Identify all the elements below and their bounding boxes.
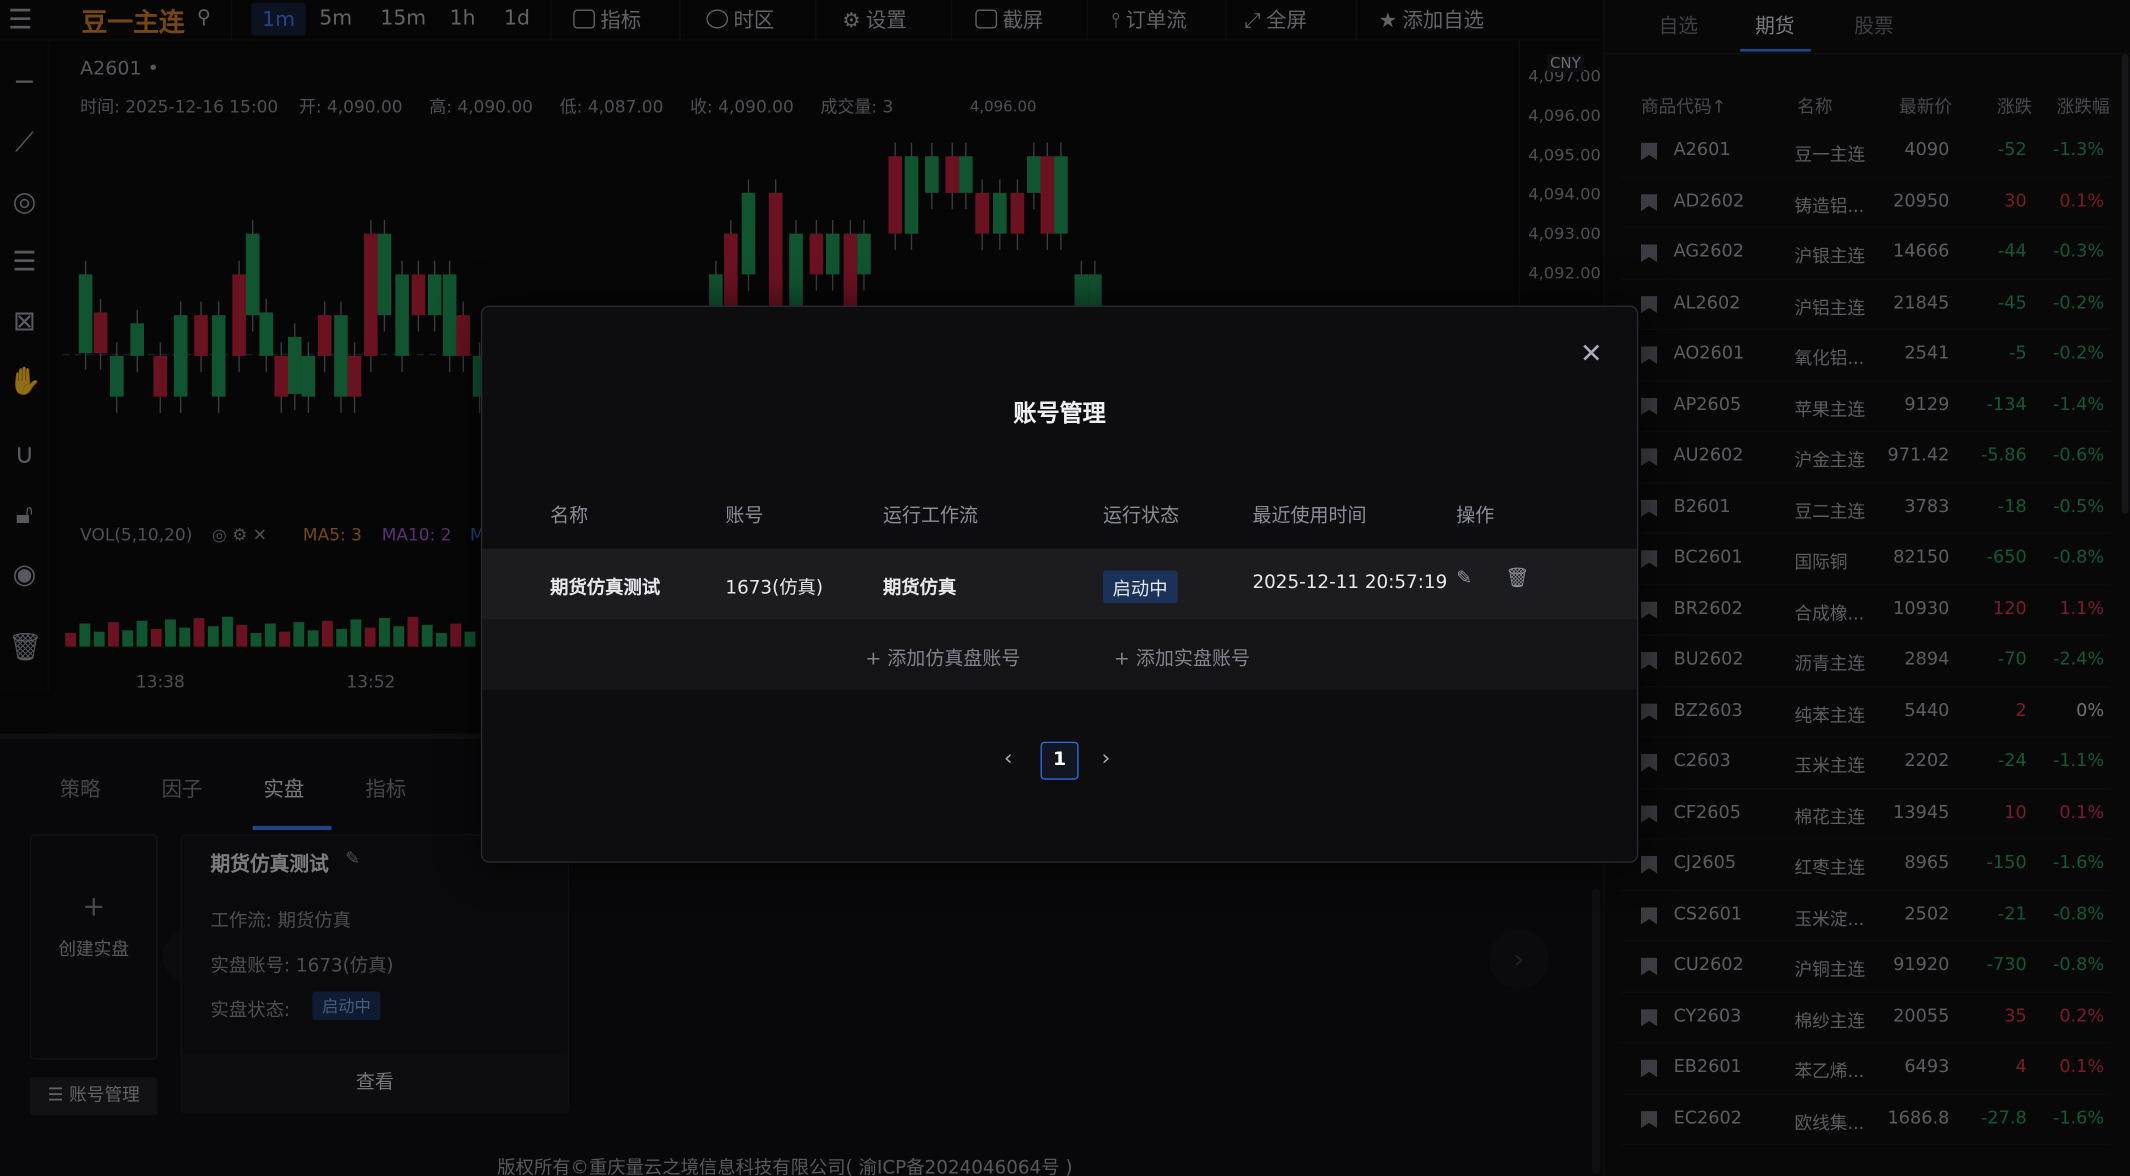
next-page-icon[interactable]: › [1102,744,1111,770]
col-header-status: 运行状态 [1103,505,1180,528]
trash-icon[interactable]: 🗑︎ [1505,569,1529,588]
add-sim-account-button[interactable]: + 添加仿真盘账号 [865,644,1020,671]
edit-icon[interactable]: ✎ [1456,569,1475,588]
add-real-account-button[interactable]: + 添加实盘账号 [1114,644,1250,671]
dialog-title: 账号管理 [1013,400,1106,428]
prev-page-icon[interactable]: ‹ [1004,744,1013,770]
col-header-account: 账号 [725,505,764,528]
col-header-actions: 操作 [1456,505,1495,528]
page-current[interactable]: 1 [1040,741,1079,780]
row-status-badge: 启动中 [1103,570,1178,604]
col-header-name: 名称 [550,505,589,528]
row-name: 期货仿真测试 [550,577,661,600]
row-last-used: 2025-12-11 20:57:19 [1252,571,1448,594]
row-workflow: 期货仿真 [882,577,957,600]
account-manage-dialog: ✕ 账号管理 名称 账号 运行工作流 运行状态 最近使用时间 操作 期货仿真测试… [480,305,1639,863]
row-account: 1673(仿真) [725,577,824,600]
col-header-last-used: 最近使用时间 [1252,505,1367,528]
add-account-row: + 添加仿真盘账号 + 添加实盘账号 [482,619,1637,691]
close-icon[interactable]: ✕ [1580,337,1603,370]
col-header-workflow: 运行工作流 [882,505,979,528]
